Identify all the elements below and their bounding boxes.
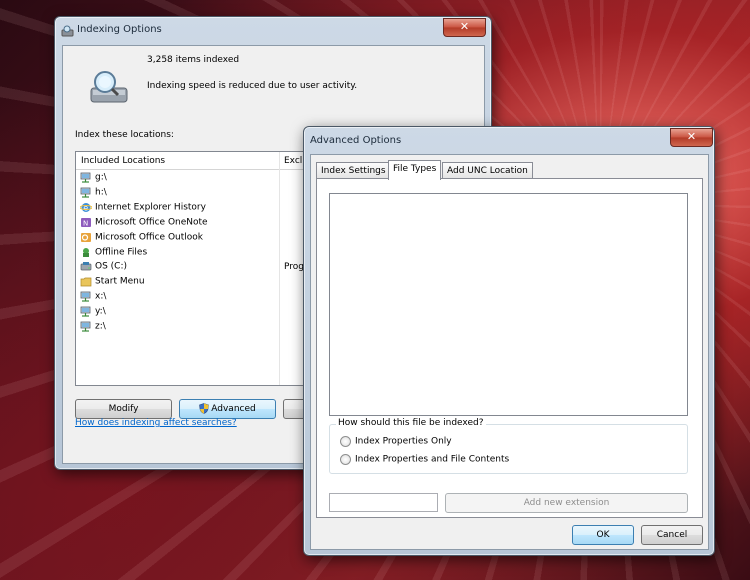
drive-icon [80, 262, 92, 271]
location-row[interactable]: OS (C:) [80, 261, 127, 275]
index-method-group-title: How should this file be indexed? [336, 418, 486, 428]
tab-index-settings[interactable]: Index Settings [316, 162, 391, 179]
network-drive-icon [80, 291, 91, 302]
included-locations-column-header[interactable]: Included Locations [81, 156, 165, 166]
network-drive-icon [80, 321, 91, 332]
location-label: x:\ [95, 291, 107, 302]
location-label: Microsoft Office Outlook [95, 232, 203, 243]
location-row[interactable]: y:\ [80, 306, 106, 320]
advanced-button[interactable]: Advanced [179, 399, 276, 419]
indexing-close-button[interactable]: ✕ [443, 18, 486, 37]
offline-files-icon [83, 247, 89, 257]
uac-shield-icon [199, 403, 210, 414]
outlook-icon [81, 232, 91, 242]
option-index-properties-only[interactable]: Index Properties Only [340, 436, 452, 447]
tab-add-unc-location[interactable]: Add UNC Location [442, 162, 533, 179]
advanced-close-button[interactable]: ✕ [670, 128, 713, 147]
location-row[interactable]: Start Menu [80, 276, 145, 290]
column-divider[interactable] [279, 152, 280, 385]
location-label: Internet Explorer History [95, 202, 206, 213]
internet-explorer-icon: e [80, 202, 92, 212]
location-label: Offline Files [95, 247, 148, 257]
location-row[interactable]: z:\ [80, 321, 106, 335]
svg-text:N: N [83, 219, 88, 227]
indexing-status-icon [90, 71, 128, 103]
tab-file-types[interactable]: File Types [388, 160, 442, 180]
file-types-panel: How should this file be indexed? Index P… [316, 178, 703, 518]
location-label: Start Menu [95, 276, 145, 287]
items-indexed-count: 3,258 items indexed [147, 55, 240, 65]
onenote-icon: N [81, 217, 91, 227]
radio-index-properties-and-contents[interactable] [340, 454, 351, 465]
location-row[interactable]: Offline Files [80, 247, 147, 261]
new-extension-input[interactable] [329, 493, 438, 512]
help-link[interactable]: How does indexing affect searches? [75, 418, 237, 428]
location-row[interactable]: x:\ [80, 291, 106, 305]
option-index-properties-and-contents[interactable]: Index Properties and File Contents [340, 454, 509, 465]
location-row[interactable]: N Microsoft Office OneNote [80, 217, 208, 231]
network-drive-icon [80, 306, 91, 317]
advanced-options-titlebar[interactable]: Advanced Options ✕ [304, 127, 714, 155]
index-locations-label: Index these locations: [75, 130, 174, 140]
location-label: Microsoft Office OneNote [95, 217, 208, 228]
location-label: h:\ [95, 187, 107, 198]
add-new-extension-button[interactable]: Add new extension [445, 493, 688, 513]
folder-icon [80, 277, 92, 287]
advanced-button-label: Advanced [211, 404, 256, 414]
radio-label: Index Properties Only [355, 436, 452, 447]
location-label: z:\ [95, 321, 106, 332]
indexing-app-icon [61, 25, 74, 37]
radio-index-properties-only[interactable] [340, 436, 351, 447]
advanced-options-title: Advanced Options [310, 135, 402, 146]
advanced-options-window: Advanced Options ✕ Index Settings File T… [303, 126, 715, 556]
index-method-group: How should this file be indexed? Index P… [329, 418, 688, 474]
indexing-options-titlebar[interactable]: Indexing Options ✕ [55, 17, 491, 45]
location-row[interactable]: Microsoft Office Outlook [80, 232, 203, 246]
advanced-options-client: Index Settings File Types Add UNC Locati… [310, 154, 709, 550]
location-label: OS (C:) [95, 261, 127, 272]
radio-label: Index Properties and File Contents [355, 454, 510, 465]
indexing-speed-status: Indexing speed is reduced due to user ac… [147, 81, 358, 91]
location-label: g:\ [95, 172, 107, 183]
network-drive-icon [80, 172, 91, 183]
network-drive-icon [80, 187, 91, 198]
cancel-button[interactable]: Cancel [641, 525, 703, 545]
ok-button[interactable]: OK [572, 525, 634, 545]
location-label: y:\ [95, 306, 106, 317]
indexing-options-title: Indexing Options [77, 24, 162, 35]
modify-button[interactable]: Modify [75, 399, 172, 419]
location-row[interactable]: e Internet Explorer History [80, 202, 206, 216]
location-row[interactable]: h:\ [80, 187, 107, 201]
location-row[interactable]: g:\ [80, 172, 107, 186]
file-extension-list[interactable] [329, 193, 688, 416]
svg-text:e: e [83, 203, 88, 212]
